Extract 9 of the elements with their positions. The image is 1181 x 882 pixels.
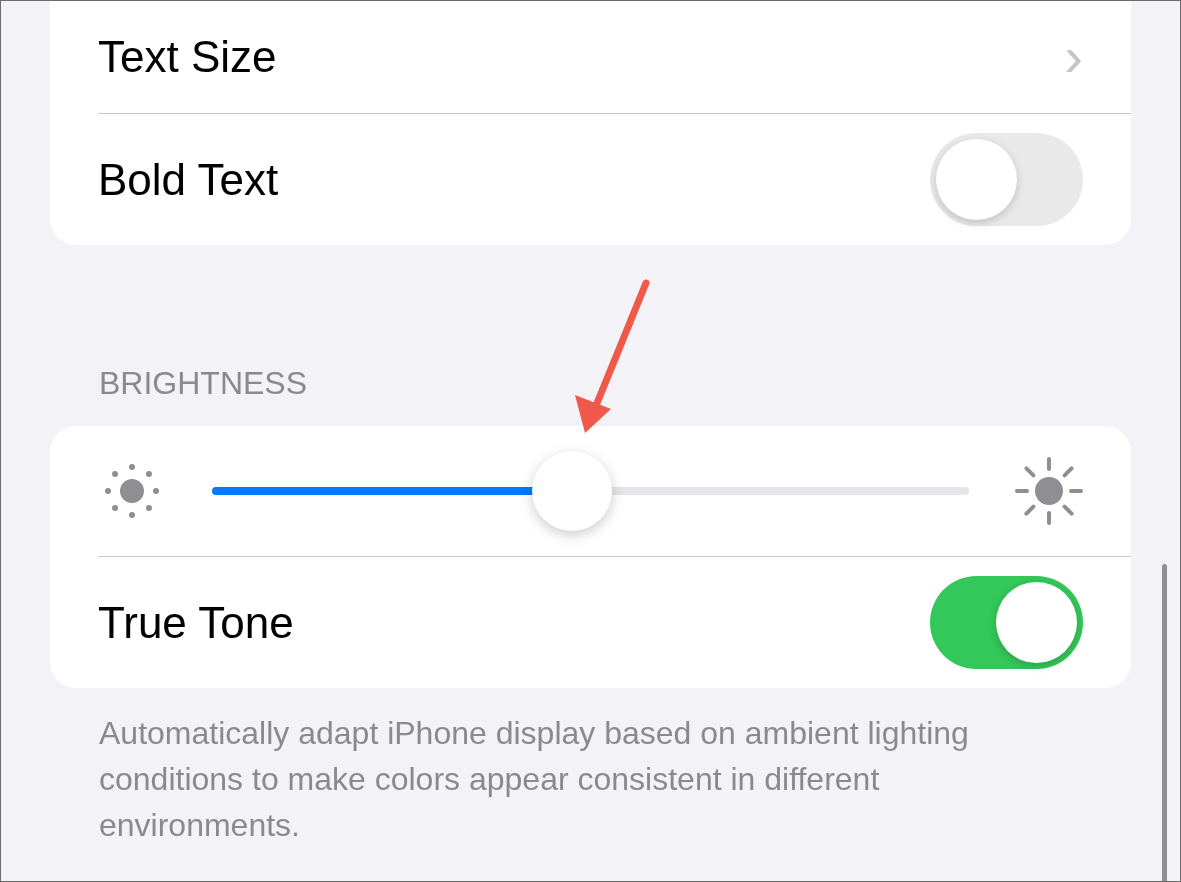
section-header: BRIGHTNESS [99,365,309,402]
row-label: Text Size [98,32,277,82]
footer-note: Automatically adapt iPhone display based on ambient lighting conditions to make colors appear consistent in different environments. [99,714,970,845]
slider-thumb[interactable] [532,451,613,531]
row-label: True Tone [98,597,294,648]
bright-sun-icon [1015,457,1083,525]
chevron-icon[interactable]: › [1064,29,1083,85]
row-label: Bold Text [98,154,279,205]
brightness-slider[interactable] [212,451,969,531]
